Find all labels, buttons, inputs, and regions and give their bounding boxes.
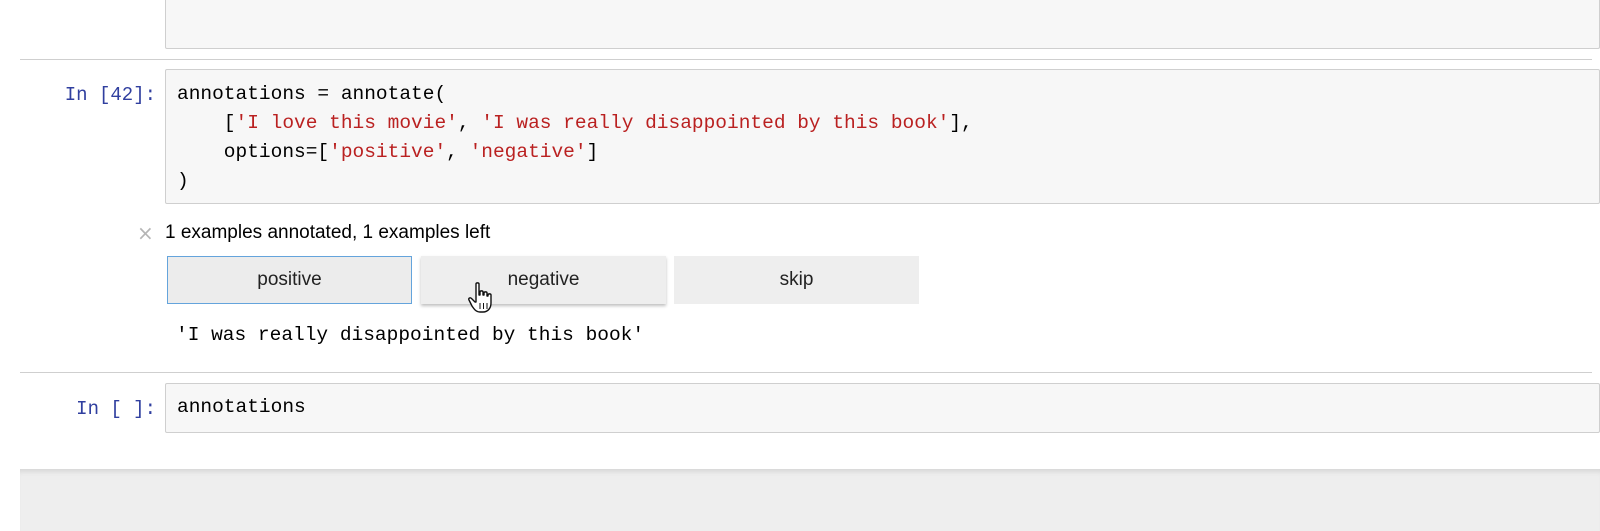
annotation-progress-text: 1 examples annotated, 1 examples left (165, 222, 491, 243)
skip-button[interactable]: skip (674, 256, 919, 304)
cell-prompt: In [ ]: (76, 398, 156, 420)
code-line: ['I love this movie', 'I was really disa… (177, 112, 973, 134)
negative-button[interactable]: negative (421, 256, 666, 304)
code-block[interactable]: annotations = annotate( ['I love this mo… (177, 80, 973, 196)
code-block[interactable]: annotations (177, 393, 306, 422)
code-cell-input[interactable] (165, 383, 1600, 433)
code-line: ) (177, 170, 189, 192)
cell-prompt: In [42]: (64, 84, 156, 106)
code-line: annotations = annotate( (177, 83, 447, 105)
previous-cell-input[interactable] (165, 0, 1600, 49)
code-line: options=['positive', 'negative'] (177, 141, 599, 163)
cell-separator (20, 372, 1592, 373)
close-icon[interactable]: × (137, 221, 165, 245)
cell-separator (20, 59, 1592, 60)
notebook-bottom-area (20, 469, 1600, 531)
positive-button[interactable]: positive (167, 256, 412, 304)
current-example-text: 'I was really disappointed by this book' (176, 324, 645, 346)
widget-status-row: × 1 examples annotated, 1 examples left (137, 220, 490, 246)
hand-pointer-cursor-icon (468, 282, 492, 313)
